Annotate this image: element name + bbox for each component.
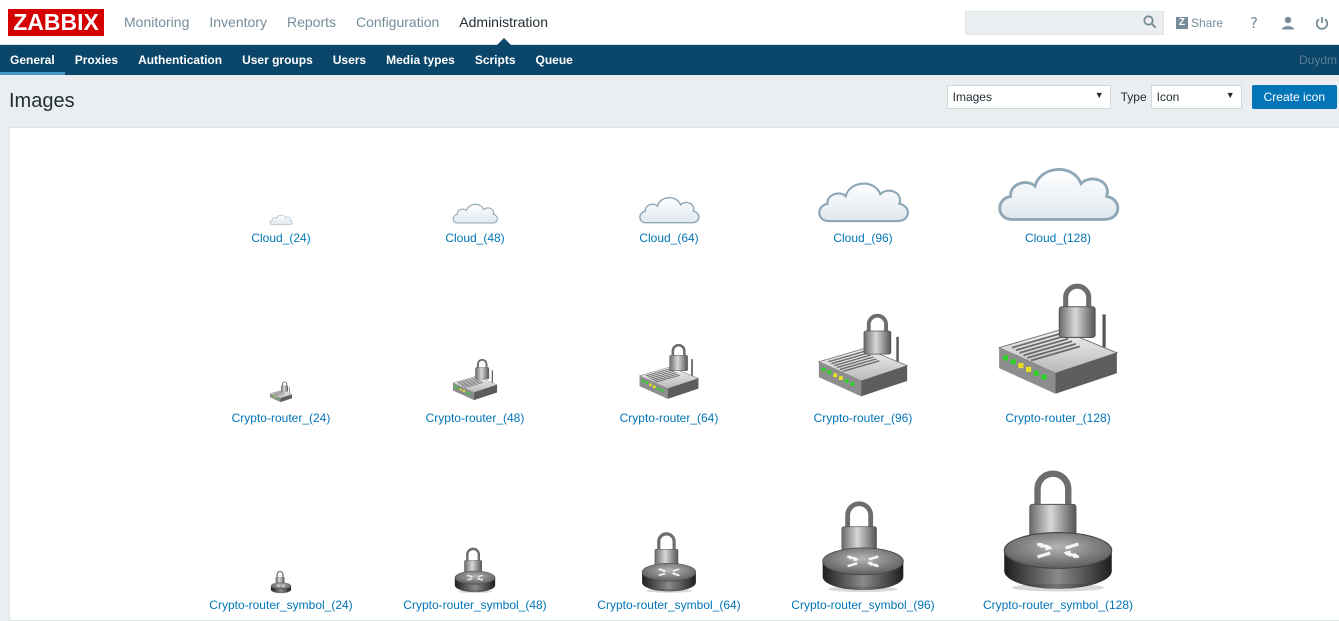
section-select-value: Images xyxy=(952,90,992,104)
section-select[interactable]: Images ▼ xyxy=(946,85,1111,109)
sub-menu-bar: General Proxies Authentication User grou… xyxy=(0,45,1339,75)
top-menu: Monitoring Inventory Reports Configurati… xyxy=(114,0,558,45)
crypto-router-icon[interactable] xyxy=(766,308,960,404)
crypto-router-symbol-icon[interactable] xyxy=(766,498,960,594)
search-icon[interactable] xyxy=(1143,14,1157,29)
cloud-icon[interactable] xyxy=(766,175,960,225)
top-menu-configuration[interactable]: Configuration xyxy=(346,0,449,45)
crypto-router-icon[interactable] xyxy=(572,340,766,404)
top-menu-inventory[interactable]: Inventory xyxy=(199,0,277,45)
profile-button[interactable] xyxy=(1271,0,1305,45)
sub-menu-scripts[interactable]: Scripts xyxy=(465,45,526,75)
share-button[interactable]: Z Share xyxy=(1175,15,1223,30)
help-icon: ? xyxy=(1250,13,1258,32)
crypto-router-symbol-icon[interactable] xyxy=(184,570,378,594)
share-label: Share xyxy=(1190,15,1223,30)
image-name-link[interactable]: Crypto-router_(128) xyxy=(941,411,1175,425)
sub-menu-queue[interactable]: Queue xyxy=(526,45,583,75)
top-bar: ZABBIX Monitoring Inventory Reports Conf… xyxy=(0,0,1339,45)
sub-menu-proxies[interactable]: Proxies xyxy=(65,45,128,75)
top-right-tools: Z Share ? xyxy=(964,0,1339,45)
crypto-router-symbol-icon[interactable] xyxy=(378,546,572,594)
cloud-icon[interactable] xyxy=(378,200,572,225)
header-controls: Images ▼ Type Icon ▼ Create icon xyxy=(946,85,1337,109)
image-name-link[interactable]: Crypto-router_symbol_(128) xyxy=(941,598,1175,612)
search-input[interactable] xyxy=(964,10,1164,35)
crypto-router-icon[interactable] xyxy=(961,276,1155,404)
help-button[interactable]: ? xyxy=(1237,0,1271,45)
type-select-value: Icon xyxy=(1156,90,1180,104)
sub-menu-authentication[interactable]: Authentication xyxy=(128,45,232,75)
create-icon-button[interactable]: Create icon xyxy=(1251,85,1337,109)
top-menu-reports[interactable]: Reports xyxy=(277,0,346,45)
zabbix-logo[interactable]: ZABBIX xyxy=(8,8,104,36)
type-select[interactable]: Icon ▼ xyxy=(1150,85,1242,109)
page-title: Images xyxy=(9,89,75,112)
power-icon xyxy=(1315,16,1329,30)
sub-menu-general[interactable]: General xyxy=(0,45,65,75)
crypto-router-icon[interactable] xyxy=(184,380,378,404)
zabbix-share-icon: Z xyxy=(1175,16,1188,29)
cloud-icon[interactable] xyxy=(572,192,766,225)
sub-menu-user-groups[interactable]: User groups xyxy=(232,45,323,75)
images-panel: Cloud_(24) Cloud_(48) Cloud_(64) Cloud_(… xyxy=(9,127,1339,621)
crypto-router-symbol-icon[interactable] xyxy=(572,530,766,594)
crypto-router-symbol-icon[interactable] xyxy=(961,466,1155,594)
sub-menu-users[interactable]: Users xyxy=(323,45,376,75)
current-user: Duydm xyxy=(1298,53,1337,67)
cloud-icon[interactable] xyxy=(961,158,1155,225)
chevron-down-icon: ▼ xyxy=(1094,90,1104,100)
top-menu-administration[interactable]: Administration xyxy=(449,0,558,45)
logout-button[interactable] xyxy=(1305,0,1339,45)
chevron-down-icon: ▼ xyxy=(1225,90,1235,100)
page-header: Images Images ▼ Type Icon ▼ Create icon xyxy=(0,75,1339,127)
image-name-link[interactable]: Cloud_(128) xyxy=(941,231,1175,245)
type-label: Type xyxy=(1120,90,1147,104)
sub-menu: General Proxies Authentication User grou… xyxy=(0,45,583,75)
cloud-icon[interactable] xyxy=(184,213,378,225)
sub-menu-media-types[interactable]: Media types xyxy=(376,45,465,75)
crypto-router-icon[interactable] xyxy=(378,356,572,404)
user-icon xyxy=(1282,16,1294,29)
top-menu-monitoring[interactable]: Monitoring xyxy=(114,0,199,45)
